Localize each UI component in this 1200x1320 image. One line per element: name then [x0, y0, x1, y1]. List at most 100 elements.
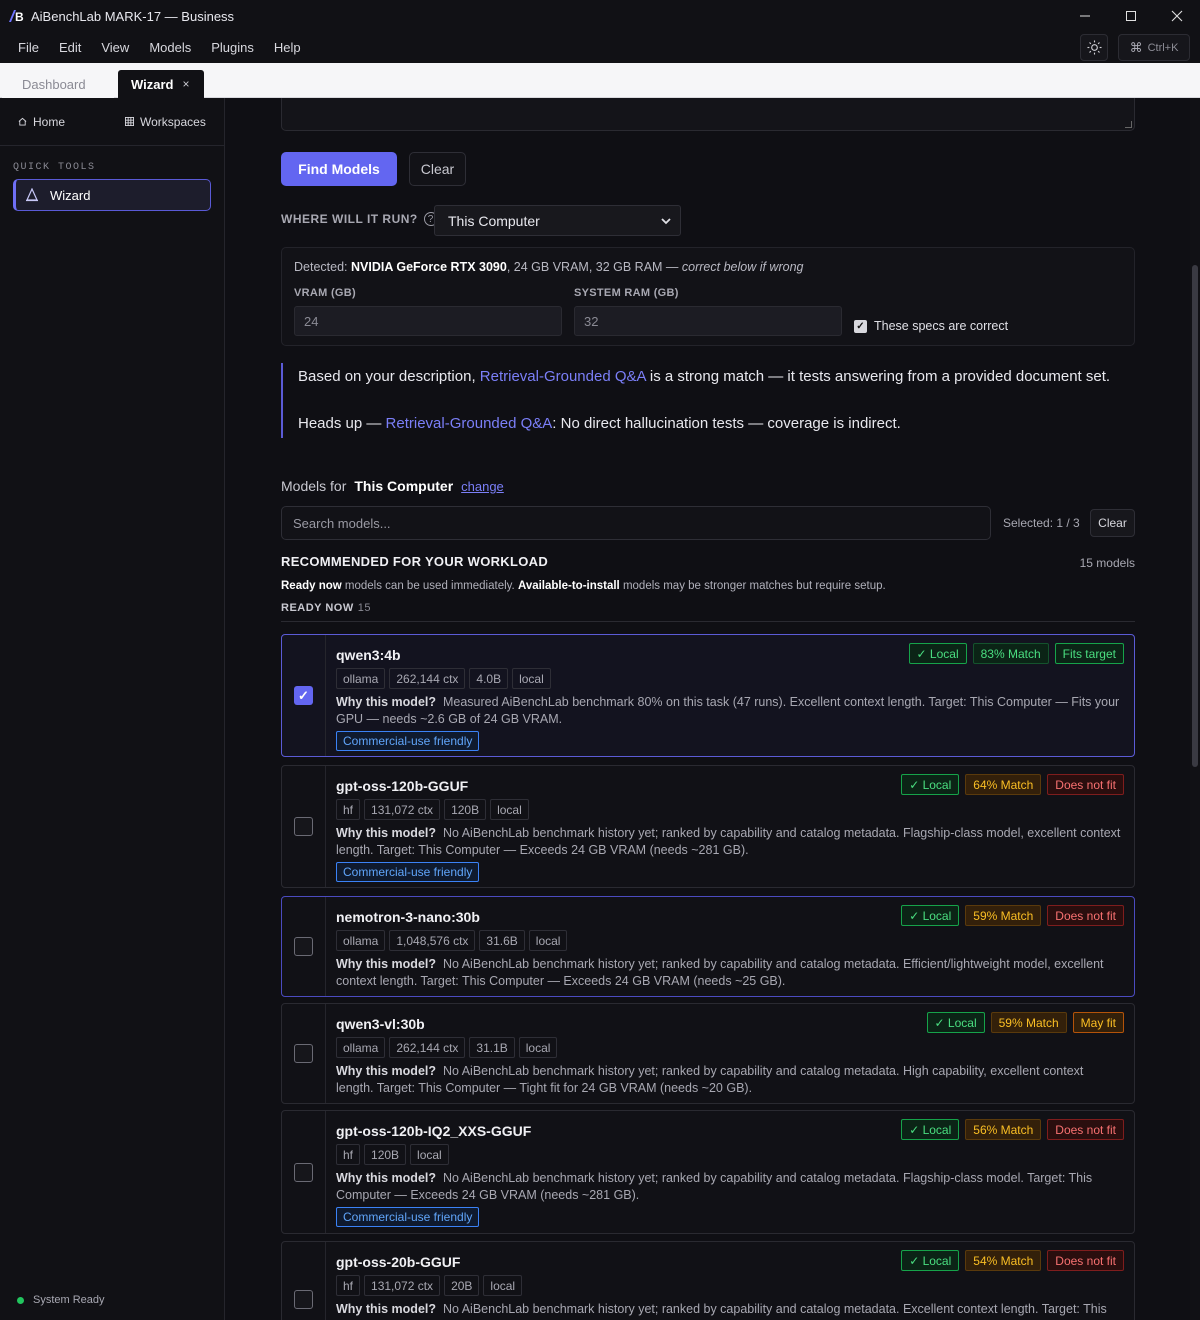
scrollbar-thumb[interactable] [1192, 265, 1198, 767]
menu-view[interactable]: View [91, 40, 139, 55]
detected-hint: correct below if wrong [681, 260, 804, 274]
why-text: No AiBenchLab benchmark history yet; ran… [442, 1302, 1107, 1316]
minimize-button[interactable] [1062, 0, 1108, 32]
model-card[interactable]: qwen3-vl:30b ollama 262,144 ctx 31.1B lo… [281, 1003, 1135, 1104]
tab-label: Wizard [131, 76, 174, 92]
command-key-icon: ⌘ [1129, 39, 1143, 55]
commercial-badge: Commercial-use friendly [336, 1207, 480, 1227]
desc-install: Available-to-install [517, 580, 620, 592]
ready-now-count: 15 [357, 602, 371, 614]
window-title: AiBenchLab MARK-17 — Business [31, 8, 235, 24]
recommendation-line: Based on your description, Retrieval-Gro… [298, 369, 1110, 384]
model-card[interactable]: gpt-oss-20b-GGUF hf 131,072 ctx 20B loca… [281, 1241, 1135, 1320]
model-tag: local [490, 799, 529, 820]
model-card[interactable]: gpt-oss-120b-IQ2_XXS-GGUF hf 120B local … [281, 1110, 1135, 1234]
system-status: System Ready [17, 1294, 105, 1306]
callout-text: : No direct hallucination tests — covera… [552, 415, 901, 432]
menu-help[interactable]: Help [264, 40, 311, 55]
tab-close-icon[interactable]: × [183, 77, 190, 91]
fit-badge: Does not fit [1047, 774, 1124, 795]
model-checkbox[interactable] [294, 1290, 313, 1309]
model-card[interactable]: nemotron-3-nano:30b ollama 1,048,576 ctx… [281, 896, 1135, 997]
model-tag: 20B [444, 1275, 480, 1296]
detected-hardware: Detected: NVIDIA GeForce RTX 3090, 24 GB… [294, 260, 803, 274]
model-name: gpt-oss-120b-GGUF [336, 778, 469, 794]
recommended-count: 15 models [1079, 556, 1135, 570]
maximize-button[interactable] [1108, 0, 1154, 32]
menu-edit[interactable]: Edit [49, 40, 91, 55]
tab-wizard[interactable]: Wizard × [118, 70, 204, 98]
sidebar-item-label: Wizard [50, 187, 91, 203]
find-models-button[interactable]: Find Models [281, 152, 397, 186]
vram-input[interactable]: 24 [294, 306, 562, 336]
models-for-header: Models for This Computer change [281, 478, 504, 494]
clear-selection-button[interactable]: Clear [1090, 509, 1135, 537]
close-window-button[interactable] [1154, 0, 1200, 32]
sidebar-item-wizard[interactable]: Wizard [13, 179, 211, 211]
sun-icon [1086, 40, 1102, 55]
tab-label: Dashboard [22, 76, 86, 92]
model-name: nemotron-3-nano:30b [336, 909, 480, 925]
theme-toggle-button[interactable] [1080, 34, 1108, 61]
callout-text: is a strong match — it tests answering f… [645, 368, 1111, 385]
local-badge: ✓ Local [901, 905, 960, 926]
task-link[interactable]: Retrieval-Grounded Q&A [480, 368, 646, 385]
model-search-input[interactable]: Search models... [281, 506, 991, 540]
model-card[interactable]: ✓ qwen3:4b ollama 262,144 ctx 4.0B local… [281, 634, 1135, 757]
selected-count: Selected: 1 / 3 [1003, 516, 1080, 530]
match-badge: 59% Match [990, 1012, 1067, 1033]
app-logo-icon: B [8, 9, 26, 23]
model-checkbox[interactable] [294, 937, 313, 956]
model-tag: hf [336, 1275, 361, 1296]
why-label: Why this model? [336, 957, 436, 971]
vram-label: VRAM (GB) [294, 287, 356, 299]
run-target-select[interactable]: This Computer [434, 205, 681, 236]
models-for-prefix: Models for [281, 478, 347, 494]
ram-label: SYSTEM RAM (GB) [574, 287, 679, 299]
menu-plugins[interactable]: Plugins [201, 40, 264, 55]
run-target-value: This Computer [448, 212, 540, 229]
recommended-title: RECOMMENDED FOR YOUR WORKLOAD [281, 554, 549, 569]
ready-now-text: READY NOW [281, 602, 354, 614]
change-target-link[interactable]: change [461, 479, 504, 494]
grid-icon [125, 117, 135, 126]
why-text: No AiBenchLab benchmark history yet; ran… [336, 1064, 1084, 1095]
clear-description-button[interactable]: Clear [409, 152, 466, 186]
why-text: Measured AiBenchLab benchmark 80% on thi… [336, 695, 1120, 726]
hardware-specs-panel: Detected: NVIDIA GeForce RTX 3090, 24 GB… [281, 247, 1135, 346]
model-tag: 31.1B [469, 1037, 515, 1058]
model-tag: local [528, 930, 568, 951]
sidebar-home-link[interactable]: Home [18, 115, 65, 129]
description-textarea[interactable] [281, 98, 1135, 131]
model-checkbox[interactable]: ✓ [294, 686, 313, 705]
ram-input[interactable]: 32 [574, 306, 842, 336]
model-tag: ollama [336, 1037, 386, 1058]
model-checkbox[interactable] [294, 1162, 313, 1182]
command-palette-button[interactable]: ⌘ Ctrl+K [1118, 34, 1190, 61]
model-tag: hf [336, 1144, 361, 1165]
menu-file[interactable]: File [8, 40, 49, 55]
tab-dashboard[interactable]: Dashboard [2, 70, 114, 98]
sidebar: Home Workspaces QUICK TOOLS Wizard Syste… [0, 98, 225, 1320]
resize-grip-icon[interactable] [1125, 121, 1132, 128]
model-tag: local [518, 1037, 558, 1058]
specs-correct-checkbox[interactable]: ✓ These specs are correct [854, 319, 1008, 333]
model-checkbox[interactable] [294, 1044, 313, 1063]
local-badge: ✓ Local [901, 774, 960, 795]
model-checkbox[interactable] [294, 817, 313, 836]
model-card[interactable]: gpt-oss-120b-GGUF hf 131,072 ctx 120B lo… [281, 765, 1135, 888]
wizard-hat-icon [26, 188, 38, 202]
task-link[interactable]: Retrieval-Grounded Q&A [386, 415, 553, 432]
menu-models[interactable]: Models [139, 40, 201, 55]
fit-badge: Does not fit [1047, 1250, 1124, 1271]
home-icon [18, 117, 27, 126]
recommendation-callout: Based on your description, Retrieval-Gro… [281, 363, 1135, 438]
sidebar-workspaces-link[interactable]: Workspaces [125, 115, 206, 129]
model-tag: 120B [364, 1144, 407, 1165]
model-name: gpt-oss-20b-GGUF [336, 1254, 461, 1270]
model-reason: Why this model? No AiBenchLab benchmark … [336, 825, 1122, 859]
models-for-target: This Computer [354, 478, 454, 494]
model-name: qwen3:4b [336, 647, 401, 663]
status-label: System Ready [33, 1294, 105, 1306]
run-target-label: WHERE WILL IT RUN? ? [281, 212, 438, 226]
